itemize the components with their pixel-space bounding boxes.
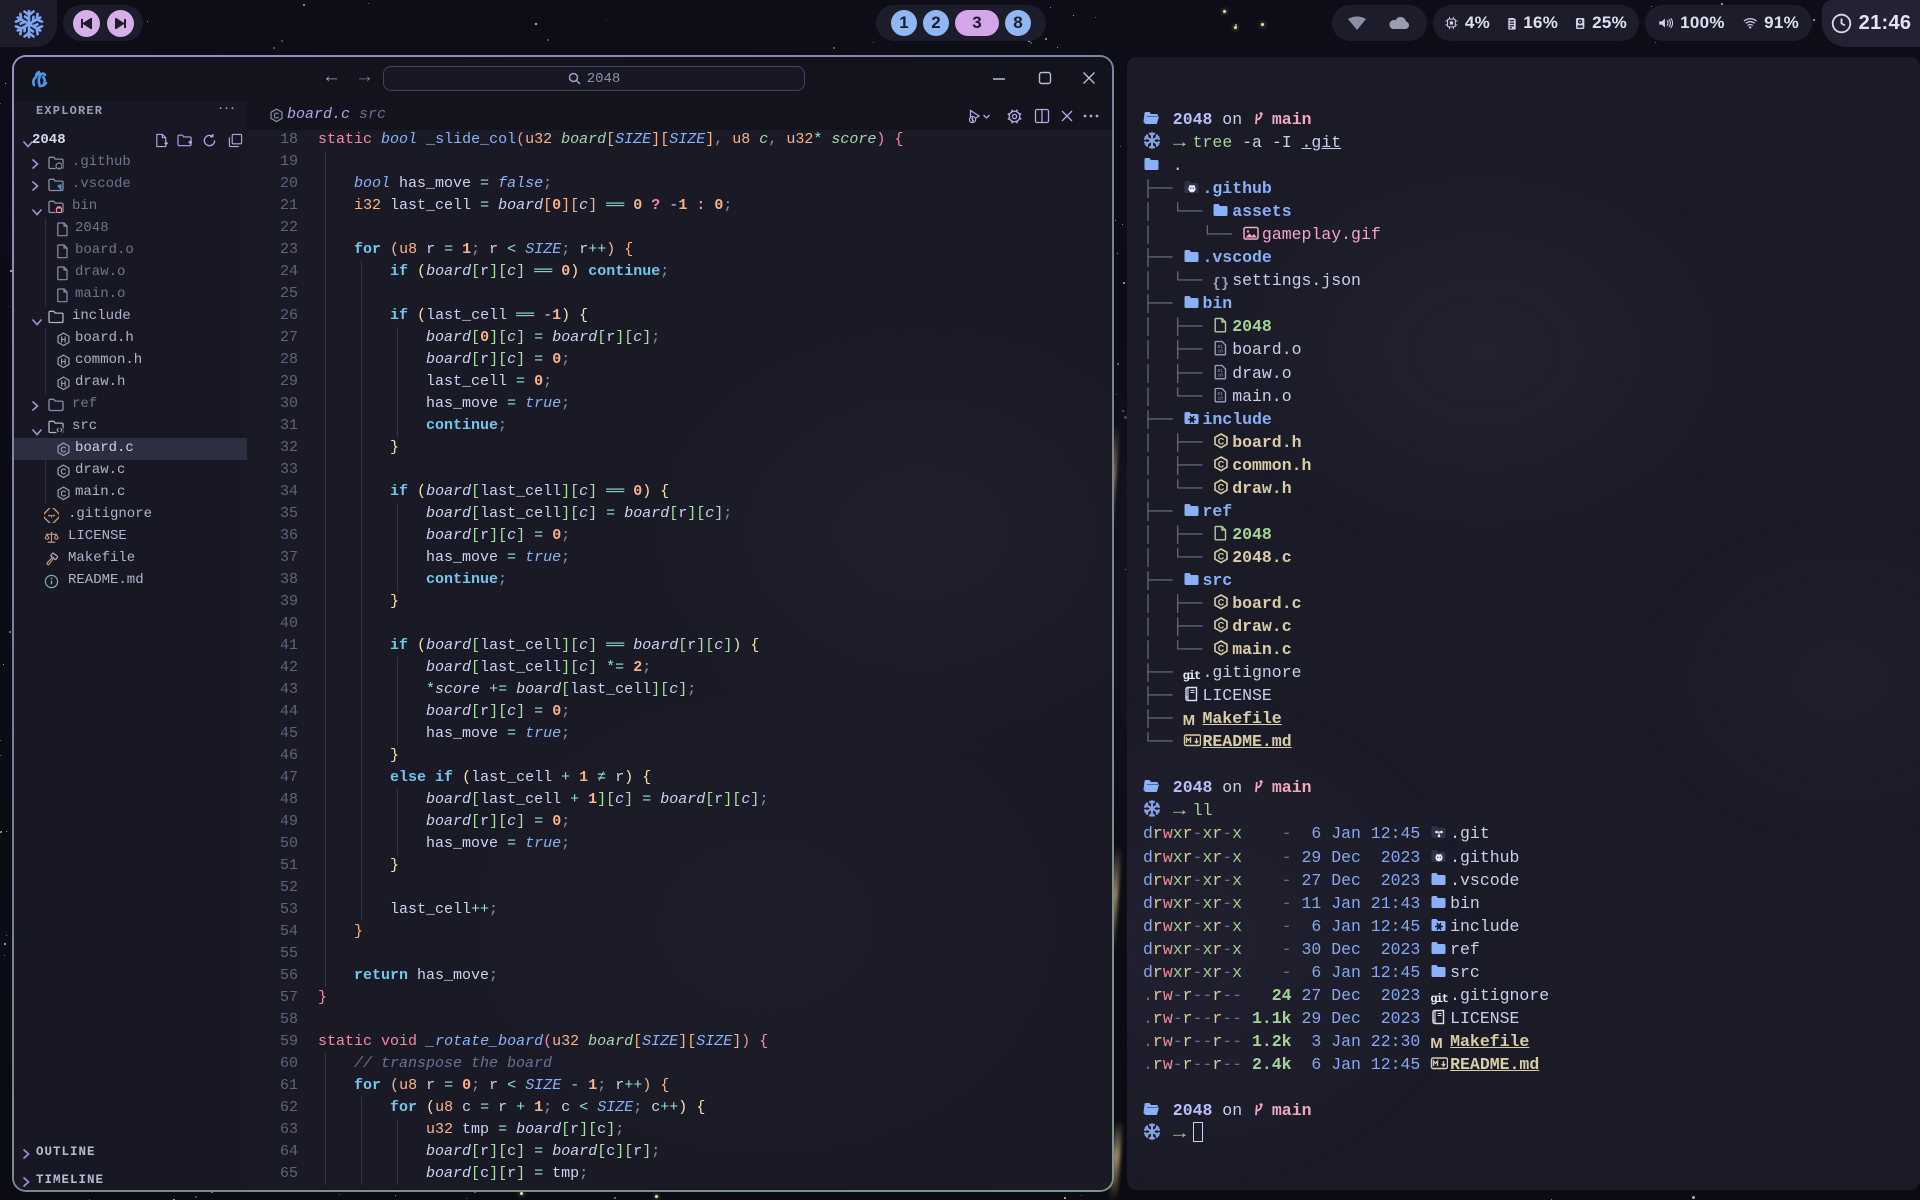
svg-text:10: 10	[1218, 372, 1224, 378]
svg-text:C: C	[61, 468, 67, 477]
svg-text:C: C	[61, 490, 67, 499]
svg-text:C: C	[1218, 597, 1225, 607]
svg-text:C: C	[1218, 436, 1225, 446]
svg-text:C: C	[274, 112, 280, 121]
svg-text:H: H	[61, 336, 67, 345]
svg-text:C: C	[1218, 459, 1225, 469]
svg-text:10: 10	[1218, 349, 1224, 355]
svg-text:10: 10	[1218, 395, 1224, 401]
svg-text:C: C	[1218, 482, 1225, 492]
svg-text:H: H	[61, 358, 67, 367]
svg-text:C: C	[61, 446, 67, 455]
svg-text:C: C	[1218, 644, 1225, 654]
svg-text:C: C	[1218, 551, 1225, 561]
svg-text:C: C	[1218, 621, 1225, 631]
svg-text:H: H	[61, 380, 67, 389]
